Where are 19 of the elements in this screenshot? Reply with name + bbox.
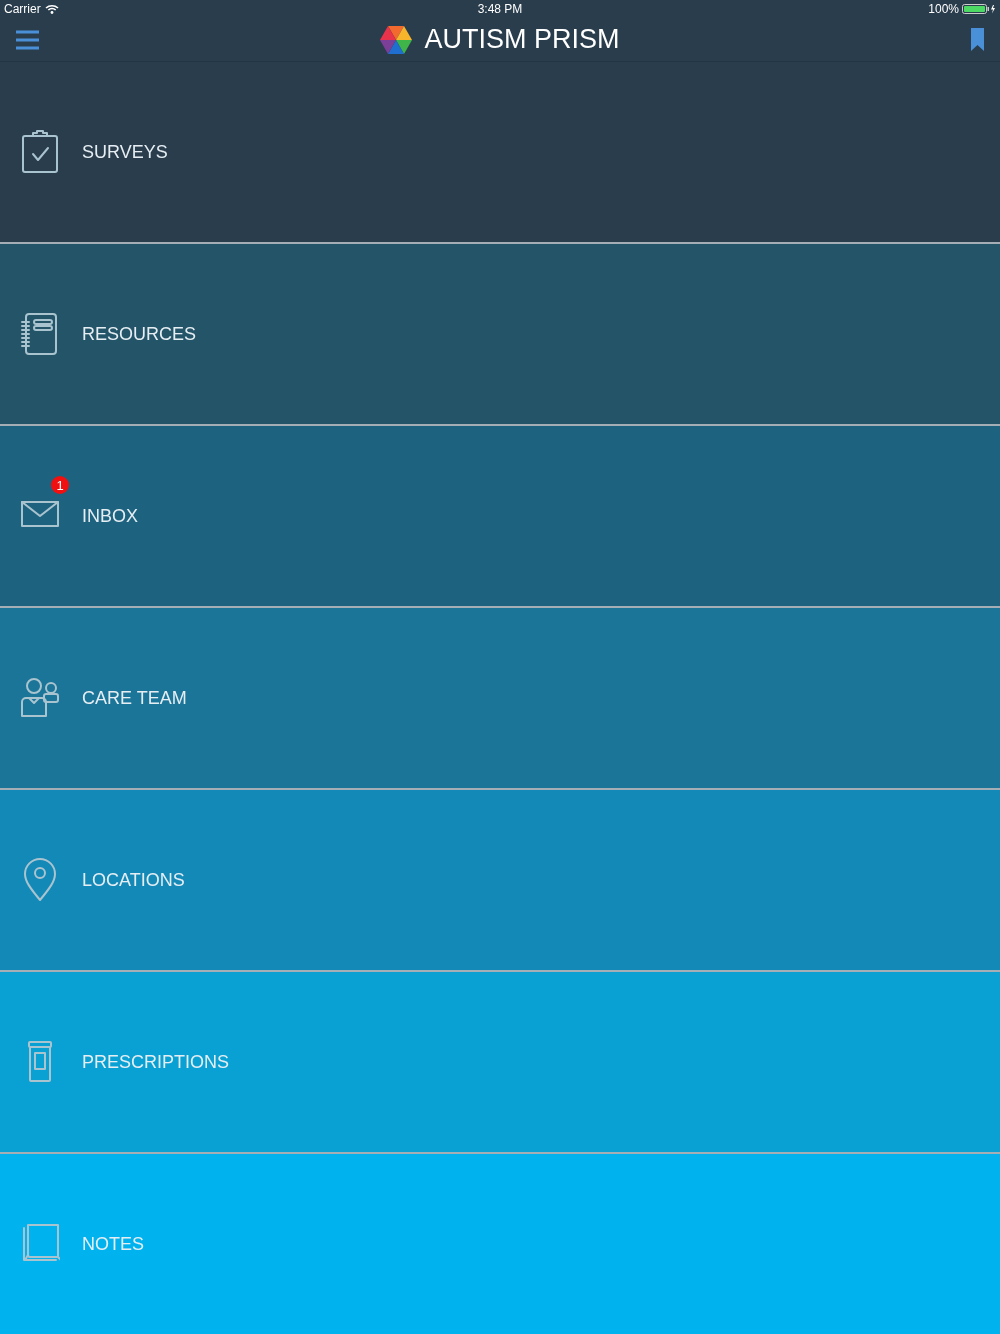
menu-icon	[16, 29, 39, 50]
menu-item[interactable]: PRESCRIPTIONS	[0, 972, 1000, 1152]
carrier-label: Carrier	[4, 2, 41, 16]
wifi-icon	[44, 4, 59, 14]
menu-item[interactable]: CARE TEAM	[0, 608, 1000, 788]
bookmark-icon	[971, 28, 984, 51]
prism-logo-icon	[380, 24, 413, 55]
unread-badge: 1	[51, 476, 69, 494]
people-icon	[20, 676, 60, 720]
battery-icon	[962, 4, 996, 14]
app-title: AUTISM PRISM	[424, 24, 620, 55]
menu-item[interactable]: LOCATIONS	[0, 790, 1000, 970]
battery-percent: 100%	[928, 2, 959, 16]
clock-time: 3:48 PM	[477, 2, 523, 16]
bookmark-button[interactable]	[971, 28, 984, 51]
menu-item[interactable]: RESOURCES	[0, 244, 1000, 424]
menu-item[interactable]: 1 INBOX	[0, 426, 1000, 606]
notebook-icon	[20, 312, 60, 356]
clipboard-check-icon	[20, 130, 60, 174]
